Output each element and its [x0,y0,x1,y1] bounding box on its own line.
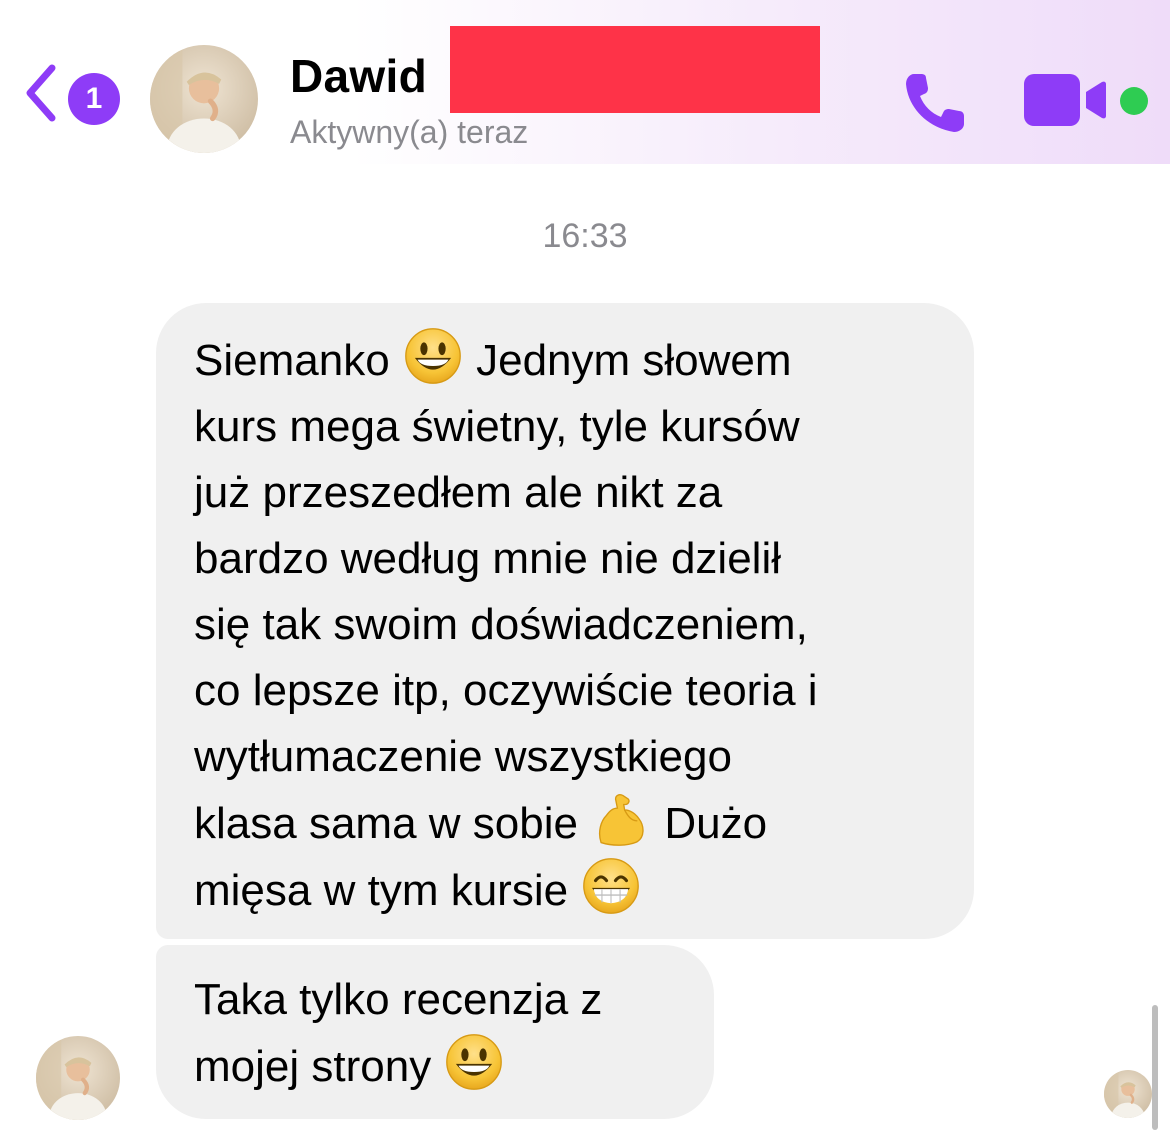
message-line: Siemanko Jednym słowem [194,327,944,394]
message-line: Taka tylko recenzja z [194,975,603,1024]
contact-status: Aktywny(a) teraz [290,114,529,150]
message-line: klasa sama w sobie Dużo [194,790,944,857]
chevron-left-icon [26,64,56,122]
message-line: kurs mega świetny, tyle kursów [194,402,800,451]
scrollbar[interactable] [1152,1005,1158,1130]
message-line: bardzo według mnie nie dzielił [194,534,781,583]
message-line: mojej strony [194,1033,684,1100]
message-line: już przeszedłem ale nikt za [194,468,723,517]
message-bubble[interactable]: Taka tylko recenzja z mojej strony [156,945,714,1119]
voice-call-button[interactable] [900,66,972,138]
online-status-dot [1120,87,1148,115]
message-line: wytłumaczenie wszystkiego [194,732,732,781]
read-receipt-avatar [1104,1070,1152,1118]
message-line: się tak swoim doświadczeniem, [194,600,808,649]
phone-icon [906,74,964,132]
conversation-header: 1 Dawid Aktywny(a) teraz [0,0,1170,164]
message-timestamp: 16:33 [542,217,628,255]
sender-avatar[interactable] [36,1036,120,1120]
contact-avatar[interactable] [150,45,258,153]
beaming-face-emoji-icon [582,857,640,915]
redacted-surname-box [450,26,820,113]
flexed-biceps-emoji-icon [592,790,650,848]
video-call-button[interactable] [1024,74,1108,126]
back-button[interactable]: 1 [22,62,122,125]
video-camera-icon [1024,74,1106,126]
grinning-face-emoji-icon [445,1033,503,1091]
unread-count-badge: 1 [68,73,120,125]
grinning-face-emoji-icon [404,327,462,385]
message-line: co lepsze itp, oczywiście teoria i [194,666,818,715]
contact-name[interactable]: Dawid [290,48,427,104]
message-bubble[interactable]: Siemanko Jednym słowem kurs mega świetny… [156,303,974,939]
message-line: mięsa w tym kursie [194,857,944,924]
